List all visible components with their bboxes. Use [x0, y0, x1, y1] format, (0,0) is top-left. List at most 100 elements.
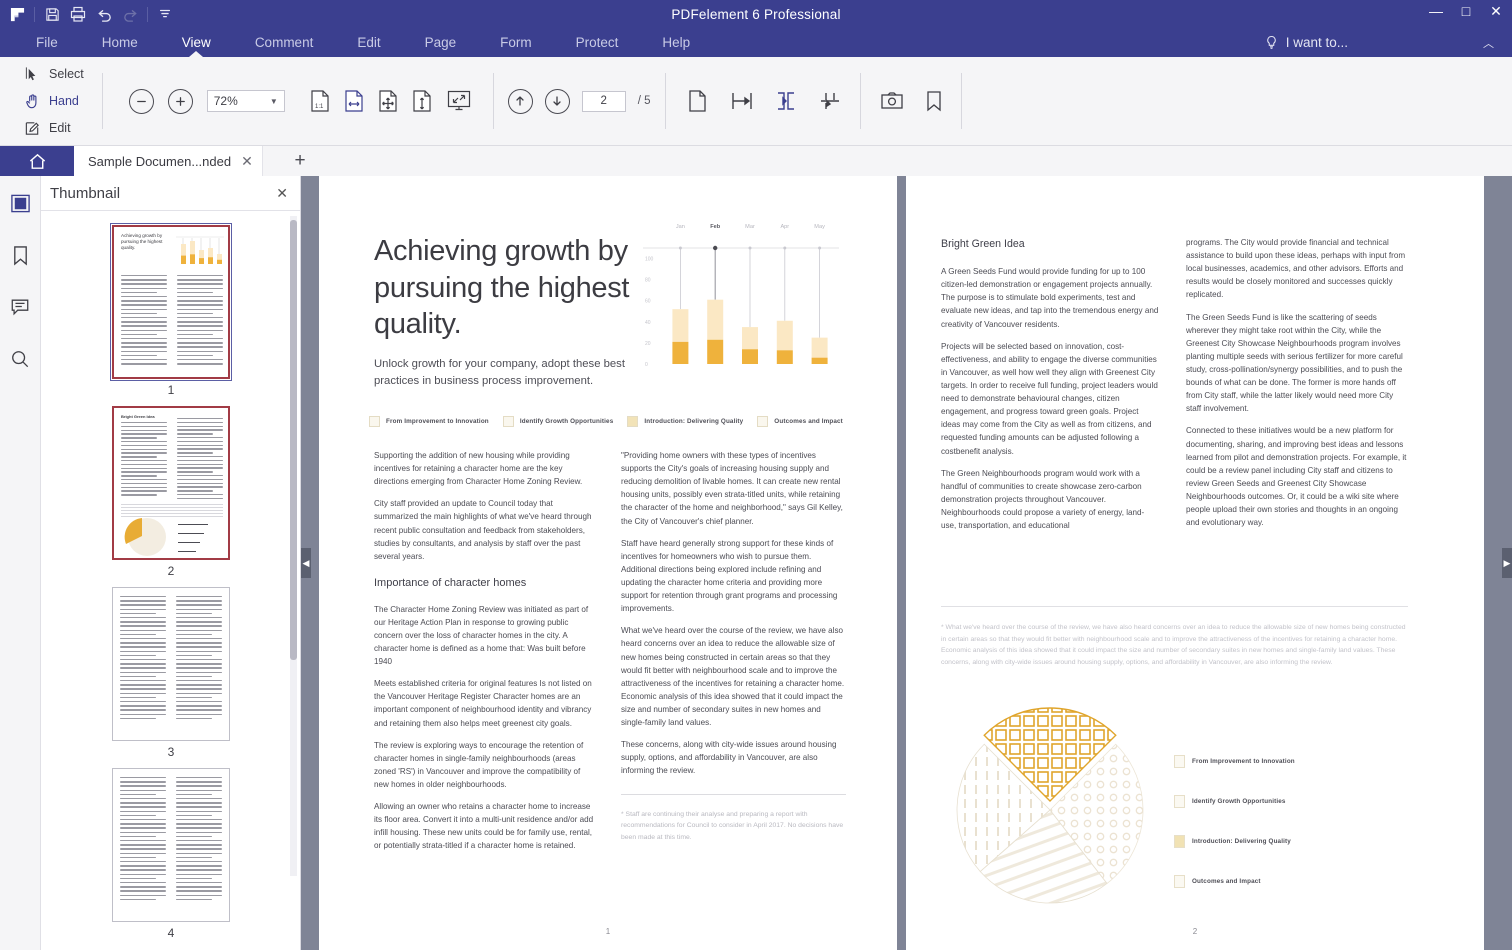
app-title: PDFelement 6 Professional — [0, 7, 1512, 22]
document-tab-close-icon[interactable]: ✕ — [241, 154, 253, 168]
bookmark-icon — [924, 90, 944, 112]
app-logo-icon[interactable] — [4, 2, 30, 26]
page2-pie-legend: From Improvement to InnovationIdentify G… — [1174, 741, 1404, 901]
bookmark-button[interactable] — [913, 83, 955, 119]
next-page-button[interactable] — [545, 89, 570, 114]
page2-pie-chart — [938, 700, 1158, 920]
document-tab-label: Sample Documen...nded — [88, 154, 231, 169]
sidebar-item-bookmark[interactable] — [5, 240, 35, 270]
hand-tool-button[interactable]: Hand — [24, 91, 84, 112]
body-paragraph: Connected to these initiatives would be … — [1186, 424, 1408, 529]
edit-tool-button[interactable]: Edit — [24, 118, 84, 139]
document-viewport[interactable]: ◀ ▶ Achieving growth by pursuing the hig… — [301, 176, 1512, 950]
maximize-button[interactable]: □ — [1458, 4, 1474, 18]
menu-item-file[interactable]: File — [14, 28, 80, 57]
thumbnail-text-line — [120, 613, 156, 614]
thumbnail-text-line — [176, 861, 222, 862]
sidebar-item-thumbnail[interactable] — [5, 188, 35, 218]
zoom-out-button[interactable] — [129, 89, 154, 114]
thumbnail-page-2[interactable]: Bright Green Idea — [112, 406, 230, 560]
fit-page-icon — [377, 89, 399, 113]
thumbnail-text-line — [121, 433, 167, 434]
sidebar-item-search[interactable] — [5, 344, 35, 374]
sidebar-item-comment[interactable] — [5, 292, 35, 322]
document-page-2[interactable]: Bright Green Idea A Green Seeds Fund wou… — [906, 176, 1484, 950]
thumbnail-text-line — [120, 895, 166, 896]
thumbnail-text-line — [121, 283, 167, 284]
thumbnail-text-line — [120, 609, 166, 610]
menu-item-edit[interactable]: Edit — [335, 28, 402, 57]
document-page-1[interactable]: Achieving growth by pursuing the highest… — [319, 176, 897, 950]
document-tab[interactable]: Sample Documen...nded ✕ — [74, 146, 263, 176]
zoom-level-input[interactable]: 72% ▼ — [207, 90, 285, 112]
pie-legend-item: Outcomes and Impact — [1174, 861, 1404, 901]
hand-tool-label: Hand — [49, 94, 79, 108]
menu-item-page[interactable]: Page — [403, 28, 479, 57]
current-page-input[interactable]: 2 — [582, 91, 626, 112]
thumbnail-text-line — [121, 296, 167, 297]
collapse-left-handle[interactable]: ◀ — [301, 548, 311, 578]
menu-item-view[interactable]: View — [160, 28, 233, 57]
thumbnail-text-line — [120, 853, 166, 854]
thumbnail-scrollbar-thumb[interactable] — [290, 220, 297, 660]
menu-item-form[interactable]: Form — [478, 28, 554, 57]
thumbnail-item[interactable]: 4 — [112, 768, 230, 940]
print-icon[interactable] — [65, 2, 91, 26]
single-page-button[interactable] — [676, 83, 720, 119]
save-icon[interactable] — [39, 2, 65, 26]
thumbnail-page-3[interactable] — [112, 587, 230, 741]
menu-item-comment[interactable]: Comment — [233, 28, 336, 57]
facing-page-button[interactable] — [764, 83, 808, 119]
close-button[interactable]: ✕ — [1488, 4, 1504, 18]
fit-height-button[interactable] — [405, 83, 439, 119]
legend-item: Identify Growth Opportunities — [503, 416, 614, 427]
thumbnail-text-line — [120, 777, 166, 778]
thumbnail-item[interactable]: 3 — [112, 587, 230, 759]
actual-size-button[interactable]: 1:1 — [303, 83, 337, 119]
new-tab-button[interactable]: + — [287, 146, 313, 176]
thumbnail-item[interactable]: Achieving growth by pursuing the highest… — [112, 225, 230, 397]
thumbnail-text-line — [120, 798, 166, 799]
thumbnail-text-line — [120, 790, 166, 791]
thumbnail-text-line — [120, 680, 166, 681]
redo-icon — [117, 2, 143, 26]
previous-page-button[interactable] — [508, 89, 533, 114]
thumbnail-page-4[interactable] — [112, 768, 230, 922]
thumbnail-text-line — [121, 483, 167, 484]
select-tool-button[interactable]: Select — [24, 64, 84, 85]
full-screen-button[interactable] — [439, 83, 479, 119]
fit-page-button[interactable] — [371, 83, 405, 119]
thumbnail-text-line — [177, 426, 223, 427]
thumbnail-text-line — [121, 430, 167, 431]
continuous-button[interactable] — [720, 83, 764, 119]
body-paragraph: programs. The City would provide financi… — [1186, 236, 1408, 302]
home-tab-button[interactable] — [0, 146, 74, 176]
menu-item-label: Comment — [255, 35, 314, 50]
page1-column-b: "Providing home owners with these types … — [621, 449, 846, 844]
customize-qat-icon[interactable] — [152, 2, 178, 26]
thumbnail-text-line — [120, 899, 156, 900]
collapse-right-handle[interactable]: ▶ — [1502, 548, 1512, 578]
snapshot-button[interactable] — [871, 83, 913, 119]
thumbnail-panel-close-icon[interactable]: ✕ — [276, 185, 288, 202]
page2-folio: 2 — [906, 927, 1484, 936]
thumbnail-item[interactable]: Bright Green Idea2 — [112, 406, 230, 578]
undo-icon[interactable] — [91, 2, 117, 26]
fit-width-button[interactable] — [337, 83, 371, 119]
i-want-to-button[interactable]: I want to... ︿ — [1264, 28, 1494, 57]
thumbnail-text-line — [176, 667, 222, 668]
thumbnail-text-line — [121, 426, 167, 427]
thumbnail-scroll-area[interactable]: Achieving growth by pursuing the highest… — [41, 211, 301, 950]
thumbnail-text-line — [120, 676, 156, 677]
zoom-in-button[interactable] — [168, 89, 193, 114]
menu-item-home[interactable]: Home — [80, 28, 160, 57]
collapse-ribbon-icon[interactable]: ︿ — [1483, 35, 1494, 51]
continuous-facing-button[interactable] — [808, 83, 852, 119]
thumbnail-page-1[interactable]: Achieving growth by pursuing the highest… — [112, 225, 230, 379]
thumbnail-text-line — [121, 330, 167, 331]
thumbnail-text-line — [176, 874, 222, 875]
chevron-down-icon[interactable]: ▼ — [270, 97, 278, 106]
menu-item-protect[interactable]: Protect — [554, 28, 641, 57]
minimize-button[interactable]: — — [1428, 4, 1444, 18]
menu-item-help[interactable]: Help — [640, 28, 712, 57]
